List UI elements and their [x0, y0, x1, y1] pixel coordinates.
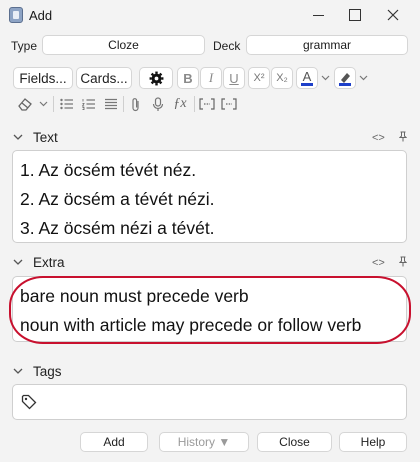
tags-label: Tags [33, 363, 62, 379]
function-icon: ƒx [173, 96, 187, 111]
text-field-header[interactable]: Text [10, 127, 58, 147]
chevron-down-icon [359, 75, 367, 81]
html-editor-toggle-icon[interactable]: <> [372, 257, 385, 269]
attach-button[interactable] [127, 95, 145, 113]
close-button[interactable]: Close [257, 432, 332, 452]
highlighter-icon [339, 72, 351, 86]
numbered-list-button[interactable] [80, 95, 98, 113]
pin-icon[interactable] [398, 131, 408, 145]
anki-app-icon [9, 7, 23, 23]
add-button[interactable]: Add [80, 432, 148, 452]
text-field-editor[interactable]: 1. Az öcsém tévét néz. 2. Az öcsém a tév… [12, 150, 407, 243]
cloze-button[interactable] [198, 95, 216, 113]
bulleted-list-button[interactable] [58, 95, 76, 113]
alignment-button[interactable] [102, 95, 120, 113]
eraser-dropdown[interactable] [38, 99, 48, 109]
highlight-color-dropdown[interactable] [358, 73, 368, 83]
tag-icon [21, 394, 37, 410]
toolbar-divider [53, 96, 54, 112]
type-label: Type [11, 39, 38, 53]
bulleted-list-icon [60, 98, 73, 110]
deck-selector[interactable]: grammar [246, 35, 408, 55]
microphone-icon [152, 96, 164, 111]
eraser-button[interactable] [15, 95, 35, 113]
highlight-color-button[interactable] [334, 67, 356, 89]
record-audio-button[interactable] [149, 95, 167, 113]
cloze-brackets-icon [221, 98, 237, 110]
numbered-list-icon [82, 99, 95, 110]
gear-icon [149, 71, 163, 85]
extra-field-tools: <> [372, 256, 408, 270]
align-justify-icon [105, 98, 117, 110]
close-icon [387, 9, 399, 21]
window-title: Add [29, 8, 53, 23]
bold-button[interactable]: B [177, 67, 199, 89]
cards-button[interactable]: Cards... [76, 67, 132, 89]
fields-button[interactable]: Fields... [13, 67, 73, 89]
help-button[interactable]: Help [339, 432, 407, 452]
chevron-down-icon [13, 368, 23, 374]
maximize-button[interactable] [342, 4, 368, 26]
tags-header[interactable]: Tags [10, 361, 62, 381]
close-window-button[interactable] [380, 4, 406, 26]
eraser-icon [18, 98, 32, 111]
title-bar: Add [0, 0, 420, 30]
underline-button[interactable]: U [223, 67, 245, 89]
text-color-dropdown[interactable] [320, 73, 330, 83]
cloze-brackets-icon [199, 98, 215, 110]
annotation-ellipse [9, 276, 411, 344]
options-button[interactable] [139, 67, 173, 89]
pin-icon[interactable] [398, 256, 408, 270]
chevron-down-icon [13, 134, 23, 140]
text-field-line: 3. Az öcsém nézi a tévét. [20, 218, 215, 238]
text-color-letter: A [300, 69, 314, 86]
tags-input[interactable] [12, 384, 407, 420]
history-button[interactable]: History ▼ [159, 432, 249, 452]
deck-label: Deck [213, 39, 241, 53]
paperclip-icon [132, 97, 139, 111]
cloze-same-number-button[interactable] [220, 95, 238, 113]
italic-button[interactable]: I [200, 67, 222, 89]
math-button[interactable]: ƒx [170, 95, 190, 113]
extra-field-header[interactable]: Extra [10, 252, 65, 272]
note-type-selector[interactable]: Cloze [42, 35, 205, 55]
text-field-line: 1. Az öcsém tévét néz. [20, 160, 197, 180]
toolbar-divider [194, 96, 195, 112]
chevron-down-icon [13, 259, 23, 265]
superscript-button[interactable]: X² [248, 67, 270, 89]
extra-field-label: Extra [33, 254, 65, 270]
text-field-line: 2. Az öcsém a tévét nézi. [20, 189, 215, 209]
text-color-button[interactable]: A [296, 67, 318, 89]
html-editor-toggle-icon[interactable]: <> [372, 132, 385, 144]
minimize-button[interactable] [305, 4, 331, 26]
chevron-down-icon [321, 75, 329, 81]
toolbar-divider [123, 96, 124, 112]
text-field-label: Text [33, 129, 58, 145]
text-field-tools: <> [372, 131, 408, 145]
subscript-button[interactable]: X₂ [271, 67, 293, 89]
chevron-down-icon [39, 101, 47, 107]
